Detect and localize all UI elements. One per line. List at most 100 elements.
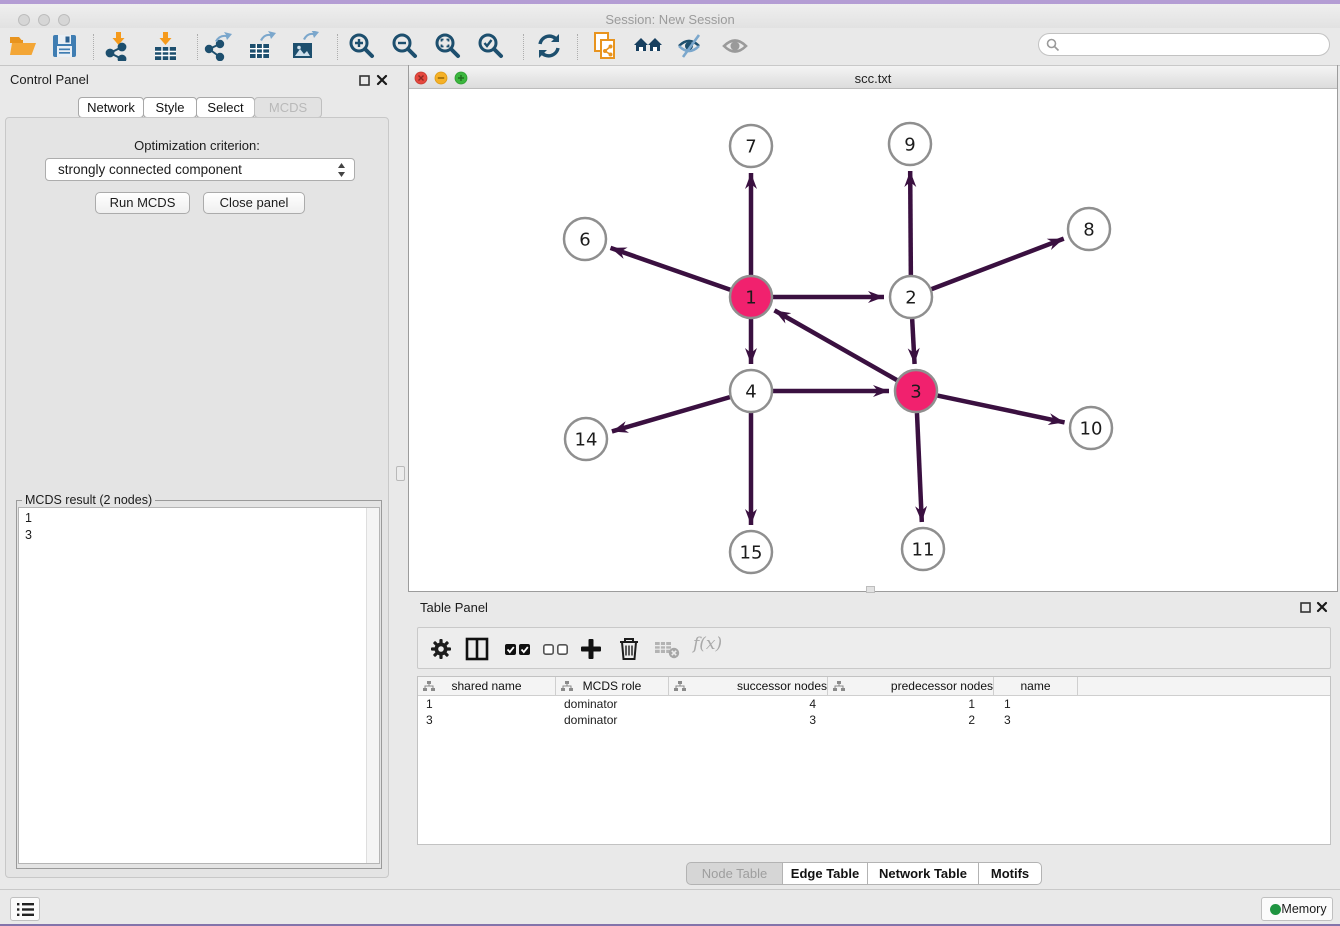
- delete-column-icon[interactable]: [616, 636, 642, 662]
- import-network-icon[interactable]: [103, 31, 133, 61]
- select-all-icon[interactable]: [504, 636, 532, 662]
- export-image-icon[interactable]: [289, 31, 319, 61]
- control-panel-float-icon[interactable]: [359, 75, 370, 86]
- control-panel-title: Control Panel: [10, 72, 89, 87]
- network-canvas[interactable]: 7968124314101511: [409, 89, 1337, 590]
- close-panel-button[interactable]: Close panel: [203, 192, 305, 214]
- add-column-icon[interactable]: [578, 636, 604, 662]
- table-cell[interactable]: dominator: [556, 696, 669, 712]
- graph-edge[interactable]: [917, 413, 922, 522]
- tab-motifs[interactable]: Motifs: [978, 862, 1042, 885]
- search-field[interactable]: [1038, 33, 1330, 56]
- graph-node-label: 4: [745, 382, 756, 403]
- tab-style[interactable]: Style: [143, 97, 197, 118]
- export-table-icon[interactable]: [246, 31, 276, 61]
- memory-status-dot: [1270, 904, 1281, 915]
- control-panel-close-icon[interactable]: [376, 74, 388, 86]
- toolbar-separator: [93, 34, 94, 60]
- table-row[interactable]: 3dominator323: [418, 712, 1330, 728]
- main-toolbar: [0, 28, 1340, 66]
- criterion-dropdown[interactable]: strongly connected component: [45, 158, 355, 181]
- graph-edge[interactable]: [910, 171, 911, 275]
- hide-selected-icon[interactable]: [676, 31, 706, 61]
- graph-node-label: 8: [1083, 220, 1094, 241]
- column-header-predecessor-nodes[interactable]: predecessor nodes: [828, 677, 994, 695]
- graph-node-label: 7: [745, 137, 756, 158]
- table-cell[interactable]: 1: [418, 696, 556, 712]
- optimization-criterion-label: Optimization criterion:: [0, 138, 394, 153]
- graph-edge[interactable]: [774, 310, 896, 380]
- first-neighbors-icon[interactable]: [633, 31, 663, 61]
- refresh-layout-icon[interactable]: [534, 31, 564, 61]
- import-table-icon[interactable]: [150, 31, 180, 61]
- column-type-icon: [423, 681, 435, 692]
- delete-table-icon[interactable]: [654, 636, 682, 662]
- graph-node-label: 9: [904, 135, 915, 156]
- search-input[interactable]: [1065, 36, 1320, 53]
- memory-label: Memory: [1281, 902, 1326, 916]
- graph-node-label: 1: [745, 288, 756, 309]
- export-network-icon[interactable]: [203, 31, 233, 61]
- tab-network-table[interactable]: Network Table: [867, 862, 979, 885]
- graph-edge[interactable]: [912, 319, 914, 364]
- fit-content-icon[interactable]: [433, 31, 463, 61]
- table-cell[interactable]: 3: [669, 712, 828, 728]
- table-panel-close-icon[interactable]: [1316, 601, 1328, 613]
- table-cell[interactable]: 4: [669, 696, 828, 712]
- table-cell[interactable]: 1: [828, 696, 994, 712]
- task-history-button[interactable]: [10, 897, 40, 921]
- table-row[interactable]: 1dominator411: [418, 696, 1330, 712]
- table-body: 1dominator4113dominator323: [418, 696, 1330, 728]
- column-header-mcds-role[interactable]: MCDS role: [556, 677, 669, 695]
- settings-gear-icon[interactable]: [428, 636, 454, 662]
- toolbar-separator: [523, 34, 524, 60]
- column-header-name[interactable]: name: [994, 677, 1078, 695]
- table-cell[interactable]: 3: [418, 712, 556, 728]
- table-panel-float-icon[interactable]: [1300, 602, 1311, 613]
- criterion-value: strongly connected component: [58, 162, 242, 177]
- table-cell[interactable]: dominator: [556, 712, 669, 728]
- tab-network[interactable]: Network: [78, 97, 144, 118]
- tab-mcds[interactable]: MCDS: [254, 97, 322, 118]
- show-columns-icon[interactable]: [464, 636, 490, 662]
- run-mcds-button[interactable]: Run MCDS: [95, 192, 190, 214]
- zoom-out-icon[interactable]: [390, 31, 420, 61]
- table-cell[interactable]: 2: [828, 712, 994, 728]
- table-header-row: shared name MCDS role successor nodes pr…: [418, 677, 1330, 696]
- mcds-result-box[interactable]: 13: [18, 507, 380, 864]
- open-session-icon[interactable]: [7, 31, 37, 61]
- table-cell[interactable]: 3: [994, 712, 1078, 728]
- tab-edge-table[interactable]: Edge Table: [782, 862, 868, 885]
- tab-node-table[interactable]: Node Table: [686, 862, 783, 885]
- panel-split-handle[interactable]: [396, 466, 405, 481]
- graph-edge[interactable]: [610, 248, 730, 290]
- clone-network-icon[interactable]: [590, 31, 620, 61]
- graph-node-label: 6: [579, 230, 590, 251]
- graph-edge[interactable]: [612, 397, 730, 431]
- column-type-icon: [674, 681, 686, 692]
- save-session-icon[interactable]: [49, 31, 79, 61]
- tab-select[interactable]: Select: [196, 97, 255, 118]
- graph-node-label: 15: [740, 543, 763, 564]
- app-title: Session: New Session: [0, 12, 1340, 27]
- table-cell[interactable]: 1: [994, 696, 1078, 712]
- memory-button[interactable]: Memory: [1261, 897, 1333, 921]
- zoom-selected-icon[interactable]: [476, 31, 506, 61]
- zoom-in-icon[interactable]: [347, 31, 377, 61]
- graph-edge[interactable]: [938, 396, 1065, 423]
- network-graph: 7968124314101511: [409, 89, 1337, 590]
- network-window-titlebar[interactable]: scc.txt: [409, 65, 1337, 89]
- network-window-title: scc.txt: [409, 71, 1337, 86]
- function-builder-icon[interactable]: f(x): [693, 634, 722, 654]
- column-type-icon: [561, 681, 573, 692]
- node-table: shared name MCDS role successor nodes pr…: [417, 676, 1331, 845]
- table-split-handle[interactable]: [866, 586, 875, 593]
- column-header-shared-name[interactable]: shared name: [418, 677, 556, 695]
- graph-edge[interactable]: [932, 239, 1064, 290]
- result-scrollbar[interactable]: [366, 508, 379, 863]
- list-icon: [17, 902, 34, 917]
- column-header-successor-nodes[interactable]: successor nodes: [669, 677, 828, 695]
- mcds-result-title: MCDS result (2 nodes): [22, 493, 155, 507]
- unselect-all-icon[interactable]: [542, 636, 570, 662]
- show-all-icon[interactable]: [721, 31, 751, 61]
